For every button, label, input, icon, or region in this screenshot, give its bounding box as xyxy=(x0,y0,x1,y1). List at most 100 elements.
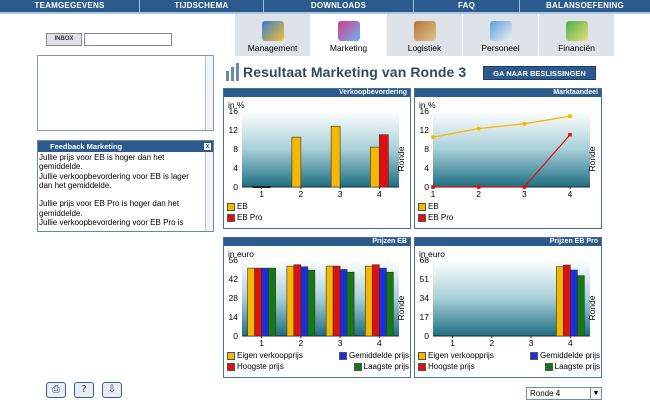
personnel-icon xyxy=(489,21,512,41)
bar xyxy=(563,264,571,337)
inbox-search-input[interactable] xyxy=(84,33,172,46)
legend-swatch xyxy=(418,351,426,360)
chart-title: Prijzen EB xyxy=(224,238,410,246)
legend-label: EB xyxy=(237,202,248,211)
x-tick-label: 1 xyxy=(431,189,436,199)
tab-label: Logistiek xyxy=(407,43,442,53)
bar xyxy=(365,265,373,337)
tab-personeel[interactable]: Personeel xyxy=(462,14,538,56)
bar xyxy=(307,269,316,337)
bar xyxy=(372,264,380,337)
nav-item-teamgegevens[interactable]: TEAMGEGEVENS xyxy=(0,0,140,12)
x-tick-label: 1 xyxy=(450,338,455,348)
chart-legend: Eigen verkoopprijs Gemiddelde prijs Hoog… xyxy=(418,350,600,372)
chart-plot: in %0481216Ronde1 2 3 4 xyxy=(419,100,597,199)
round-select-value: Ronde 4 xyxy=(530,389,561,398)
bar xyxy=(379,267,387,337)
data-point xyxy=(568,114,572,119)
legend-swatch xyxy=(418,202,426,211)
nav-item-balansoefening[interactable]: BALANSOEFENING xyxy=(520,0,650,12)
tab-logistiek[interactable]: Logistiek xyxy=(386,14,462,56)
finance-icon xyxy=(565,21,588,41)
round-select[interactable]: Ronde 4 ▼ xyxy=(526,387,602,400)
bar xyxy=(247,267,255,337)
y-tick-label: 51 xyxy=(420,274,430,284)
go-to-decisions-button[interactable]: GA NAAR BESLISSINGEN xyxy=(483,66,596,80)
legend-swatch xyxy=(544,362,553,371)
bar xyxy=(370,146,380,188)
legend-label: Gemiddelde prijs xyxy=(348,351,409,360)
bar xyxy=(330,125,341,188)
y-tick-label: 0 xyxy=(424,182,429,192)
download-icon[interactable]: ⇩ xyxy=(102,382,122,398)
chart-legend: EB EB Pro xyxy=(227,201,262,223)
bar xyxy=(261,267,269,337)
top-navigation: TEAMGEGEVENS TIJDSCHEMA DOWNLOADS FAQ BA… xyxy=(0,0,650,12)
x-tick-label: 4 xyxy=(377,338,382,348)
chart-marktaandeel: Marktaandeel in % 0 4 8 12 16 Ronde 1 2 3 4 EB EB … xyxy=(414,88,602,229)
x-tick-label: 4 xyxy=(568,189,573,199)
nav-item-downloads[interactable]: DOWNLOADS xyxy=(264,0,414,12)
tab-label: Financiën xyxy=(558,43,595,53)
chart-title: Prijzen EB Pro xyxy=(415,238,601,246)
tab-management[interactable]: Management xyxy=(234,14,310,56)
bar xyxy=(386,271,394,337)
bar xyxy=(570,269,578,337)
bar xyxy=(577,275,585,337)
y-tick-label: 0 xyxy=(233,331,238,341)
x-tick-label: 2 xyxy=(490,338,495,348)
legend-swatch xyxy=(227,362,235,371)
nav-item-tijdschema[interactable]: TIJDSCHEMA xyxy=(140,0,264,12)
legend-label: EB Pro xyxy=(428,213,454,222)
feedback-panel: Feedback Marketing x Jullie prijs voor E… xyxy=(37,140,214,232)
x-tick-label: 4 xyxy=(568,338,573,348)
legend-swatch xyxy=(418,362,426,371)
chart-verkoopbevordering: Verkoopbevordering in % 0 4 8 12 16 Ronde 1 2 3 4 … xyxy=(223,88,411,229)
y-tick-label: 12 xyxy=(420,125,430,135)
x-tick-label: 3 xyxy=(338,189,343,199)
page-title: Resultaat Marketing van Ronde 3 xyxy=(243,64,467,80)
chart-title: Verkoopbevordering xyxy=(224,89,410,97)
page-title-row: Resultaat Marketing van Ronde 3 xyxy=(226,60,466,84)
x-tick-label: 4 xyxy=(377,189,382,199)
tab-financien[interactable]: Financiën xyxy=(538,14,614,56)
title-bars-icon xyxy=(226,63,239,81)
x-tick-label: 3 xyxy=(529,338,534,348)
y-tick-label: 16 xyxy=(420,106,430,116)
help-icon[interactable]: ? xyxy=(74,382,94,398)
legend-swatch xyxy=(529,351,538,360)
tab-marketing[interactable]: Marketing xyxy=(310,14,386,56)
tab-label: Personeel xyxy=(481,43,520,53)
bottom-toolbar: ⎙ ? ⇩ xyxy=(46,382,122,398)
message-scrollbar[interactable] xyxy=(205,56,213,130)
legend-label: Laagste prijs xyxy=(363,362,409,371)
x-tick-label: 3 xyxy=(338,338,343,348)
y-tick-label: 4 xyxy=(424,163,429,173)
feedback-scrollbar[interactable] xyxy=(205,152,213,231)
bar xyxy=(300,266,309,337)
legend-label: Laagste prijs xyxy=(554,362,600,371)
chart-legend: Eigen verkoopprijs Gemiddelde prijs Hoog… xyxy=(227,350,409,372)
logistics-icon xyxy=(413,21,436,41)
bar xyxy=(254,267,262,337)
inbox-button[interactable]: INBOX xyxy=(46,33,82,46)
plot-background xyxy=(433,111,590,187)
data-point xyxy=(431,185,435,189)
marketing-icon xyxy=(337,21,360,41)
feedback-header: Feedback Marketing x xyxy=(38,141,213,152)
message-textarea[interactable] xyxy=(37,55,214,131)
y-axis-label: Ronde xyxy=(396,146,406,171)
y-tick-label: 12 xyxy=(229,125,239,135)
chevron-down-icon[interactable]: ▼ xyxy=(590,388,601,399)
bar xyxy=(268,267,276,337)
legend-label: Gemiddelde prijs xyxy=(539,351,600,360)
data-point xyxy=(476,126,481,131)
close-icon[interactable]: x xyxy=(203,142,212,151)
data-point xyxy=(568,132,572,137)
legend-label: Hoogste prijs xyxy=(237,362,284,371)
print-icon[interactable]: ⎙ xyxy=(46,382,66,398)
data-point xyxy=(522,122,527,126)
y-tick-label: 17 xyxy=(420,312,430,322)
nav-item-faq[interactable]: FAQ xyxy=(414,0,520,12)
legend-label: EB Pro xyxy=(237,213,263,222)
